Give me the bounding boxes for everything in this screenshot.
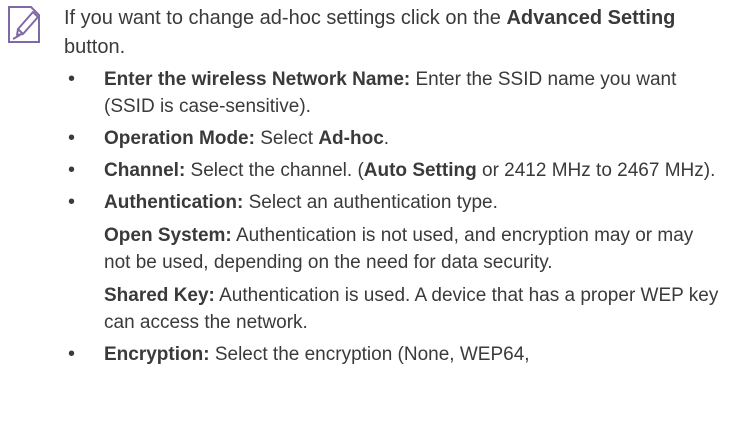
item-text: Select bbox=[254, 128, 319, 149]
list-item: • Authentication: Select an authenticati… bbox=[64, 189, 724, 336]
settings-list: • Enter the wireless Network Name: Enter… bbox=[64, 66, 724, 368]
bullet: • bbox=[68, 191, 76, 213]
note-pencil-icon bbox=[8, 6, 40, 43]
sub-item-shared-key: Shared Key: Authentication is used. A de… bbox=[104, 282, 724, 336]
advanced-setting-button-ref: Advanced Setting bbox=[506, 7, 676, 29]
item-text: Select the channel. ( bbox=[185, 160, 364, 181]
item-bold-value: Auto Setting bbox=[363, 160, 477, 181]
item-label: Authentication: bbox=[104, 192, 244, 213]
item-text-end: or 2412 MHz to 2467 MHz). bbox=[476, 160, 716, 181]
list-item: • Encryption: Select the encryption (Non… bbox=[64, 341, 724, 368]
note-content: If you want to change ad-hoc settings cl… bbox=[64, 4, 724, 373]
intro-post: button. bbox=[64, 36, 126, 58]
sub-item-label: Open System: bbox=[104, 225, 232, 246]
item-label: Enter the wireless Network Name: bbox=[104, 69, 411, 90]
list-item: • Channel: Select the channel. (Auto Set… bbox=[64, 157, 724, 184]
intro-text: If you want to change ad-hoc settings cl… bbox=[64, 4, 724, 62]
bullet: • bbox=[68, 159, 76, 181]
item-label: Channel: bbox=[104, 160, 186, 181]
bullet: • bbox=[68, 343, 76, 365]
list-item: • Operation Mode: Select Ad-hoc. bbox=[64, 125, 724, 152]
item-label: Encryption: bbox=[104, 344, 210, 365]
item-text: Select an authentication type. bbox=[243, 192, 498, 213]
item-label: Operation Mode: bbox=[104, 128, 255, 149]
item-text-end: . bbox=[383, 128, 390, 149]
sub-item-label: Shared Key: bbox=[104, 285, 215, 306]
list-item: • Enter the wireless Network Name: Enter… bbox=[64, 66, 724, 120]
sub-item-open-system: Open System: Authentication is not used,… bbox=[104, 222, 724, 276]
intro-pre: If you want to change ad-hoc settings cl… bbox=[64, 7, 507, 29]
bullet: • bbox=[68, 127, 76, 149]
bullet: • bbox=[68, 68, 76, 90]
item-bold-value: Ad-hoc bbox=[318, 128, 384, 149]
item-text: Select the encryption (None, WEP64, bbox=[209, 344, 530, 365]
